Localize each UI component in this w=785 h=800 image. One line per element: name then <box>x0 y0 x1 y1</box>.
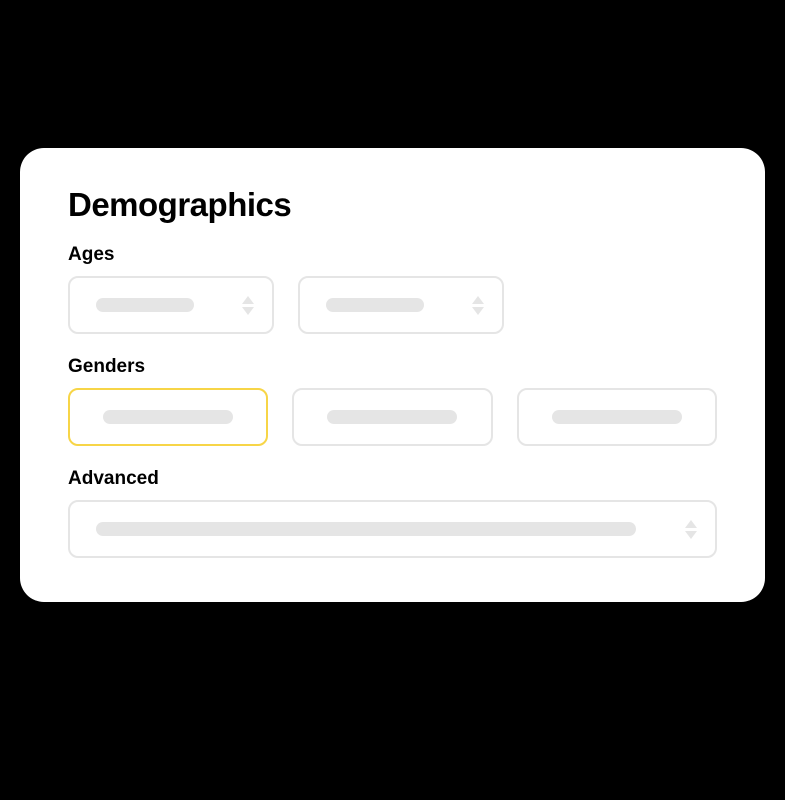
age-min-select[interactable] <box>68 276 274 334</box>
advanced-row <box>68 500 717 558</box>
age-max-select[interactable] <box>298 276 504 334</box>
placeholder-pill <box>326 298 424 312</box>
genders-label: Genders <box>68 356 717 378</box>
placeholder-pill <box>96 522 636 536</box>
card-title: Demographics <box>68 186 717 224</box>
placeholder-pill <box>103 410 233 424</box>
stepper-icon <box>242 296 254 315</box>
placeholder-pill <box>552 410 682 424</box>
placeholder-pill <box>327 410 457 424</box>
genders-row <box>68 388 717 446</box>
placeholder-pill <box>96 298 194 312</box>
stepper-icon <box>685 520 697 539</box>
gender-option-1[interactable] <box>68 388 268 446</box>
demographics-card: Demographics Ages Genders Adva <box>20 148 765 602</box>
gender-option-2[interactable] <box>292 388 492 446</box>
ages-label: Ages <box>68 244 717 266</box>
stepper-icon <box>472 296 484 315</box>
ages-row <box>68 276 717 334</box>
advanced-label: Advanced <box>68 468 717 490</box>
advanced-select[interactable] <box>68 500 717 558</box>
gender-option-3[interactable] <box>517 388 717 446</box>
